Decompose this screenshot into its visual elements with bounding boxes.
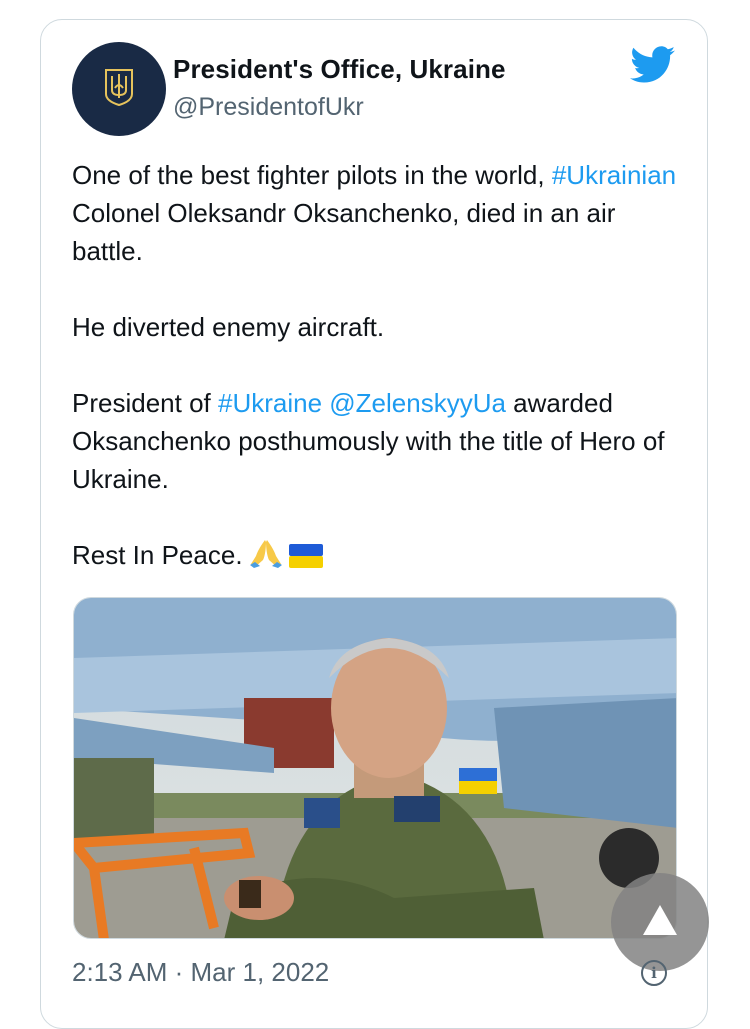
avatar[interactable] bbox=[72, 42, 166, 136]
twitter-bird-icon[interactable] bbox=[630, 46, 676, 89]
scroll-up-button[interactable] bbox=[611, 873, 709, 971]
ukraine-flag-icon bbox=[288, 540, 323, 578]
triangle-up-icon bbox=[641, 903, 679, 942]
tweet-paragraph: Rest In Peace. bbox=[72, 536, 692, 578]
tweet-paragraph: One of the best fighter pilots in the wo… bbox=[72, 156, 692, 270]
info-icon[interactable]: i bbox=[641, 960, 667, 986]
tweet-text-span: Rest In Peace. bbox=[72, 540, 243, 570]
tweet-paragraph: President of #Ukraine @ZelenskyyUa award… bbox=[72, 384, 692, 498]
trident-icon bbox=[105, 68, 133, 111]
timestamp[interactable]: 2:13 AM · Mar 1, 2022 bbox=[72, 957, 329, 988]
author-name[interactable]: President's Office, Ukraine bbox=[173, 54, 506, 85]
hashtag-link[interactable]: #Ukraine bbox=[218, 388, 322, 418]
mention-link[interactable]: @ZelenskyyUa bbox=[329, 388, 506, 418]
tweet-photo[interactable] bbox=[73, 597, 677, 939]
tweet-paragraph: He diverted enemy aircraft. bbox=[72, 312, 385, 342]
tweet-text-span: One of the best fighter pilots in the wo… bbox=[72, 160, 552, 190]
pilot-photo bbox=[74, 598, 676, 938]
tweet-text-span: Colonel Oleksandr Oksanchenko, died in a… bbox=[72, 198, 616, 266]
author-handle[interactable]: @PresidentofUkr bbox=[173, 93, 364, 122]
tweet-text-span: President of bbox=[72, 388, 218, 418]
hashtag-link[interactable]: #Ukrainian bbox=[552, 160, 676, 190]
folded-hands-icon bbox=[249, 538, 283, 578]
tweet-text: One of the best fighter pilots in the wo… bbox=[72, 156, 692, 616]
